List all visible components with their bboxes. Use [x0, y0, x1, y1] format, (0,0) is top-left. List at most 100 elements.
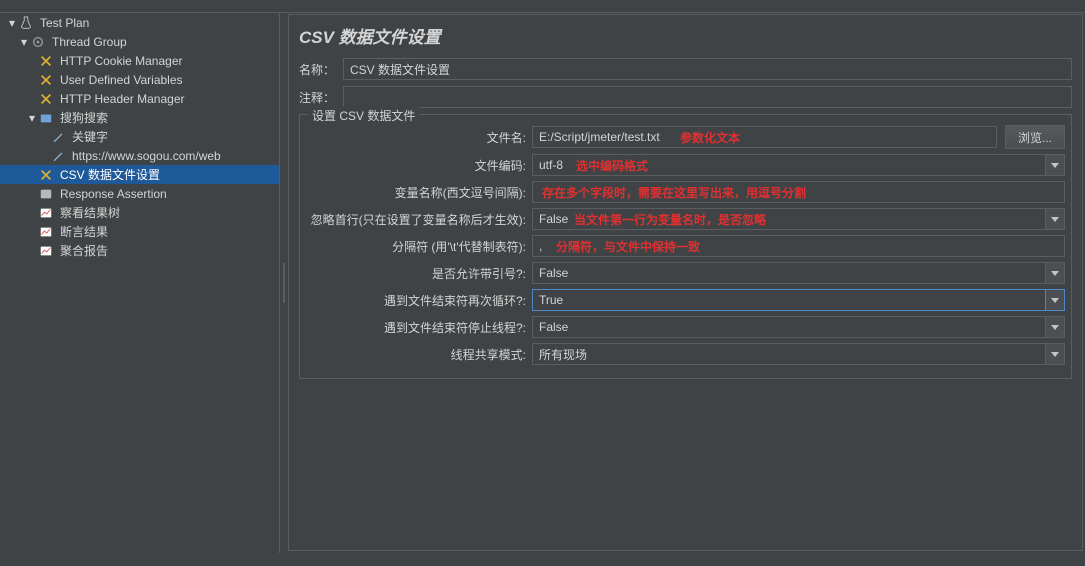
dropdown-button[interactable]: [1045, 262, 1065, 284]
tree-node-threadgroup[interactable]: ▾ Thread Group: [0, 32, 279, 51]
listener-icon: [38, 243, 54, 259]
allowquoted-label: 是否允许带引号?:: [306, 265, 532, 282]
encoding-value: utf-8: [532, 154, 1045, 176]
row-ignorefirst: 忽略首行(只在设置了变量名称后才生效): False 当文件第一行为变量名时，是…: [306, 208, 1065, 230]
workspace: ▾ Test Plan ▾ Thread Group HTTP Cookie M…: [0, 13, 1085, 553]
row-allowquoted: 是否允许带引号?: False: [306, 262, 1065, 284]
assertion-icon: [38, 186, 54, 202]
tree-label: 关键字: [70, 127, 110, 146]
collapse-icon[interactable]: ▾: [26, 111, 38, 125]
sampler-icon: [50, 148, 66, 164]
listener-icon: [38, 205, 54, 221]
chevron-down-icon: [1051, 271, 1059, 276]
encoding-label: 文件编码:: [306, 157, 532, 174]
dropdown-button[interactable]: [1045, 154, 1065, 176]
tree-node-viewtree[interactable]: 察看结果树: [0, 203, 279, 222]
tree-node-keyword[interactable]: 关键字: [0, 127, 279, 146]
row-comment: 注释：: [299, 86, 1072, 108]
row-name: 名称：: [299, 58, 1072, 80]
tree-node-headermgr[interactable]: HTTP Header Manager: [0, 89, 279, 108]
tree-panel: ▾ Test Plan ▾ Thread Group HTTP Cookie M…: [0, 13, 280, 553]
ignorefirst-value: False: [532, 208, 1045, 230]
ignorefirst-combo[interactable]: False: [532, 208, 1065, 230]
sharemode-value: 所有现场: [532, 343, 1045, 365]
delimiter-label: 分隔符 (用'\t'代替制表符):: [306, 238, 532, 255]
tree-node-cookie[interactable]: HTTP Cookie Manager: [0, 51, 279, 70]
chevron-down-icon: [1051, 163, 1059, 168]
varnames-label: 变量名称(西文逗号间隔):: [306, 184, 532, 201]
stopeof-label: 遇到文件结束符停止线程?:: [306, 319, 532, 336]
dropdown-button[interactable]: [1045, 343, 1065, 365]
filename-label: 文件名:: [306, 129, 532, 146]
tree-node-assertresult[interactable]: 断言结果: [0, 222, 279, 241]
content-panel: CSV 数据文件设置 名称： 注释： 设置 CSV 数据文件 文件名: 参数化文…: [288, 14, 1083, 551]
row-recycle: 遇到文件结束符再次循环?: True: [306, 289, 1065, 311]
dropdown-button[interactable]: [1045, 316, 1065, 338]
csv-settings-group: 设置 CSV 数据文件 文件名: 参数化文本 浏览... 文件编码: utf-8: [299, 114, 1072, 379]
config-icon: [38, 53, 54, 69]
chevron-down-icon: [1051, 298, 1059, 303]
config-icon: [38, 91, 54, 107]
row-stopeof: 遇到文件结束符停止线程?: False: [306, 316, 1065, 338]
collapse-icon[interactable]: ▾: [18, 35, 30, 49]
comment-input[interactable]: [343, 86, 1072, 108]
sharemode-label: 线程共享模式:: [306, 346, 532, 363]
recycle-value: True: [532, 289, 1045, 311]
browse-button[interactable]: 浏览...: [1005, 125, 1065, 149]
tree-node-uservars[interactable]: User Defined Variables: [0, 70, 279, 89]
tree-node-respassert[interactable]: Response Assertion: [0, 184, 279, 203]
splitter[interactable]: [280, 13, 288, 553]
tree-node-testplan[interactable]: ▾ Test Plan: [0, 13, 279, 32]
row-delimiter: 分隔符 (用'\t'代替制表符): 分隔符，与文件中保持一致: [306, 235, 1065, 257]
allowquoted-value: False: [532, 262, 1045, 284]
delimiter-input[interactable]: [532, 235, 1065, 257]
toolbar-area: [0, 0, 1085, 13]
row-encoding: 文件编码: utf-8 选中编码格式: [306, 154, 1065, 176]
tree-label: CSV 数据文件设置: [58, 165, 162, 184]
tree-label: 搜狗搜索: [58, 108, 110, 127]
config-icon: [38, 72, 54, 88]
varnames-input[interactable]: [532, 181, 1065, 203]
recycle-combo[interactable]: True: [532, 289, 1065, 311]
tree-label: 断言结果: [58, 222, 110, 241]
testplan-icon: [18, 15, 34, 31]
row-varnames: 变量名称(西文逗号间隔): 存在多个字段时，需要在这里写出来，用逗号分割: [306, 181, 1065, 203]
tree-label: Thread Group: [50, 34, 129, 50]
chevron-down-icon: [1051, 352, 1059, 357]
tree-label: 察看结果树: [58, 203, 122, 222]
listener-icon: [38, 224, 54, 240]
tree-label: https://www.sogou.com/web: [70, 148, 223, 164]
stopeof-value: False: [532, 316, 1045, 338]
ignorefirst-label: 忽略首行(只在设置了变量名称后才生效):: [306, 211, 532, 228]
tree-label: Response Assertion: [58, 186, 169, 202]
tree-label: Test Plan: [38, 15, 91, 31]
tree-node-sogouurl[interactable]: https://www.sogou.com/web: [0, 146, 279, 165]
chevron-down-icon: [1051, 325, 1059, 330]
comment-label: 注释：: [299, 89, 343, 106]
tree-node-aggreport[interactable]: 聚合报告: [0, 241, 279, 260]
sampler-icon: [50, 129, 66, 145]
recycle-label: 遇到文件结束符再次循环?:: [306, 292, 532, 309]
allowquoted-combo[interactable]: False: [532, 262, 1065, 284]
config-icon: [38, 167, 54, 183]
stopeof-combo[interactable]: False: [532, 316, 1065, 338]
name-label: 名称：: [299, 61, 343, 78]
chevron-down-icon: [1051, 217, 1059, 222]
filename-input[interactable]: [532, 126, 997, 148]
tree-node-sogou[interactable]: ▾ 搜狗搜索: [0, 108, 279, 127]
dropdown-button[interactable]: [1045, 208, 1065, 230]
tree-label: User Defined Variables: [58, 72, 185, 88]
tree-label: HTTP Header Manager: [58, 91, 187, 107]
sharemode-combo[interactable]: 所有现场: [532, 343, 1065, 365]
collapse-icon[interactable]: ▾: [6, 16, 18, 30]
threadgroup-icon: [30, 34, 46, 50]
name-input[interactable]: [343, 58, 1072, 80]
dropdown-button[interactable]: [1045, 289, 1065, 311]
tree-label: 聚合报告: [58, 241, 110, 260]
page-title: CSV 数据文件设置: [299, 23, 1072, 48]
tree-node-csvconfig[interactable]: CSV 数据文件设置: [0, 165, 279, 184]
group-legend: 设置 CSV 数据文件: [308, 107, 419, 124]
tree-label: HTTP Cookie Manager: [58, 53, 185, 69]
encoding-combo[interactable]: utf-8: [532, 154, 1065, 176]
row-filename: 文件名: 参数化文本 浏览...: [306, 125, 1065, 149]
